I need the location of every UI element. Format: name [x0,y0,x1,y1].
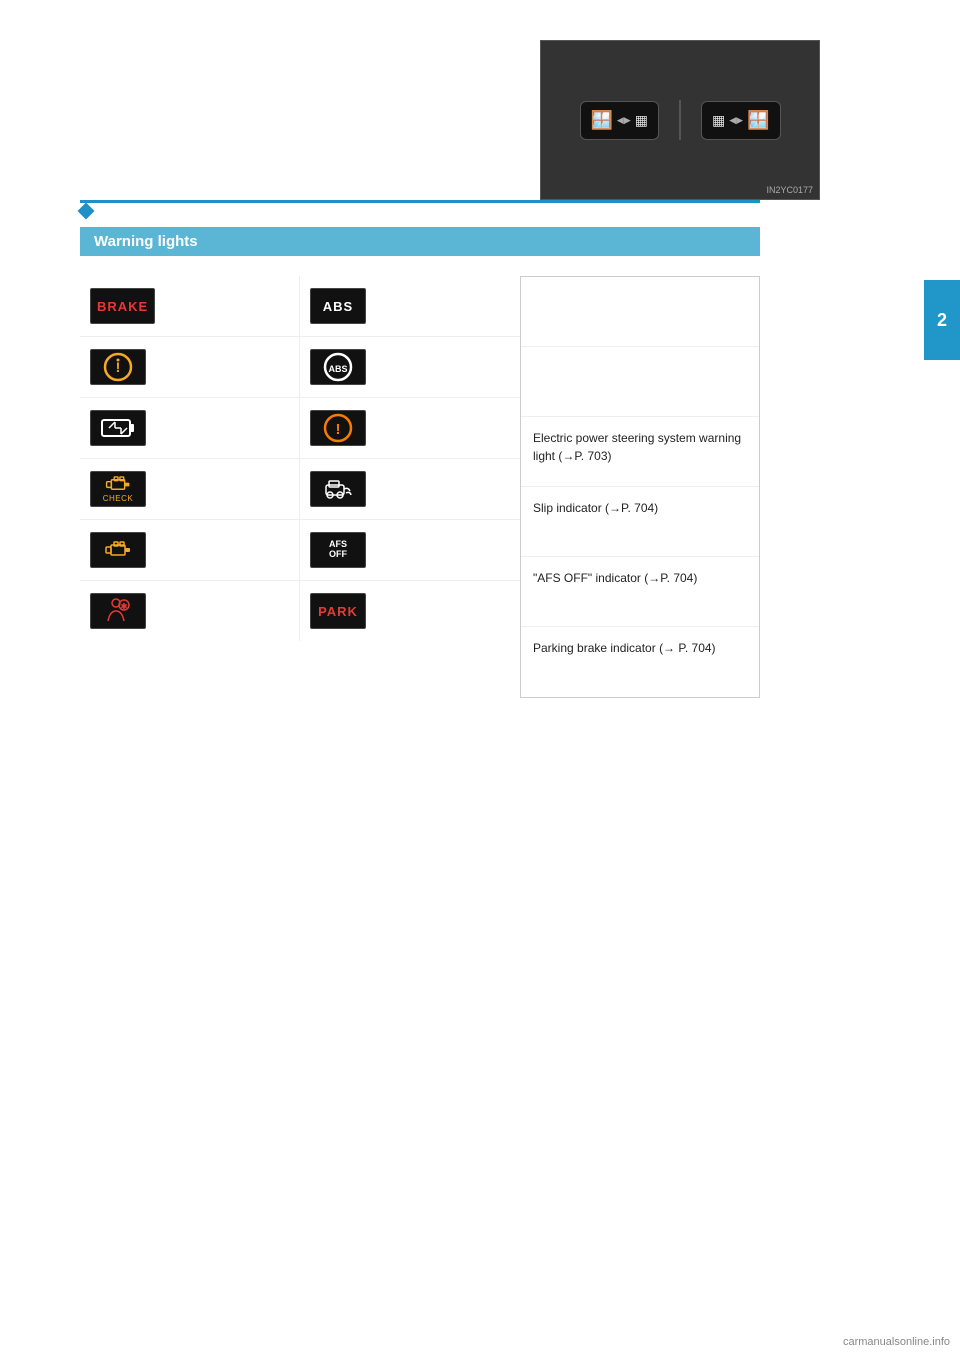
watermark-text: carmanualsonline.info [843,1336,950,1348]
battery-cell [80,398,300,459]
afs-off-badge: AFS OFF [310,532,366,568]
warning-lights-layout: BRAKE ABS ! [80,276,880,698]
chapter-tab: 2 [924,280,960,360]
abs-cell: ABS [300,276,520,337]
park-label: PARK [318,604,358,619]
chapter-number: 2 [937,310,947,331]
mirror-diagram-image: 🪟 ◀▶ ▦ ▦ ◀▶ 🪟 IN2YC0177 [540,40,820,200]
eps-description: Electric power steering system warning l… [521,417,759,487]
engine-only-cell [80,520,300,581]
park-badge: PARK [310,593,366,629]
right-blank-2 [521,347,759,417]
afs-label-line2: OFF [329,550,347,560]
circle-i-cell: ! [80,337,300,398]
engine-icon-check [103,475,133,494]
slip-badge [310,471,366,507]
right-descriptions-panel: Electric power steering system warning l… [520,276,760,698]
top-blue-line [80,200,760,203]
image-id: IN2YC0177 [766,185,813,195]
person-icon: ✱ [102,595,134,627]
brake-label: BRAKE [97,299,148,314]
warning-badges-grid: BRAKE ABS ! [80,276,520,641]
eps-icon: ! [322,412,354,444]
check-engine-badge: CHECK [90,471,146,507]
park-description: Parking brake indicator (→ P. 704) [521,627,759,697]
circle-i-badge: ! [90,349,146,385]
battery-badge [90,410,146,446]
brake-cell: BRAKE [80,276,300,337]
eps-description-text: Electric power steering system warning l… [533,429,747,465]
svg-text:ABS: ABS [328,364,347,374]
park-cell: PARK [300,581,520,641]
slip-description-text: Slip indicator (→P. 704) [533,499,658,517]
battery-icon [101,417,135,439]
right-mirror-indicator: ▦ ◀▶ 🪟 [701,101,781,140]
svg-text:✱: ✱ [121,602,128,611]
circle-abs-badge: ABS [310,349,366,385]
person-badge: ✱ [90,593,146,629]
brake-badge: BRAKE [90,288,155,324]
svg-text:!: ! [336,421,341,438]
warning-lights-title: Warning lights [94,233,198,250]
circle-i-icon: ! [102,351,134,383]
check-label: CHECK [103,494,134,503]
eps-badge: ! [310,410,366,446]
afs-description-text: "AFS OFF" indicator (→P. 704) [533,569,697,587]
warning-lights-header: Warning lights [80,227,760,256]
engine-icon [103,540,133,560]
slip-description: Slip indicator (→P. 704) [521,487,759,557]
afs-off-cell: AFS OFF [300,520,520,581]
park-description-text: Parking brake indicator (→ P. 704) [533,639,716,657]
check-engine-cell: CHECK [80,459,300,520]
slip-icon [322,473,354,505]
circle-abs-icon: ABS [322,351,354,383]
afs-description: "AFS OFF" indicator (→P. 704) [521,557,759,627]
engine-only-badge [90,532,146,568]
right-blank-1 [521,277,759,347]
person-cell: ✱ [80,581,300,641]
diamond-bullet [78,203,95,220]
abs-badge: ABS [310,288,366,324]
left-mirror-indicator: 🪟 ◀▶ ▦ [580,101,660,140]
eps-warning-cell: ! [300,398,520,459]
circle-abs-cell: ABS [300,337,520,398]
slip-cell [300,459,520,520]
watermark: carmanualsonline.info [843,1336,950,1348]
abs-label: ABS [323,299,353,314]
